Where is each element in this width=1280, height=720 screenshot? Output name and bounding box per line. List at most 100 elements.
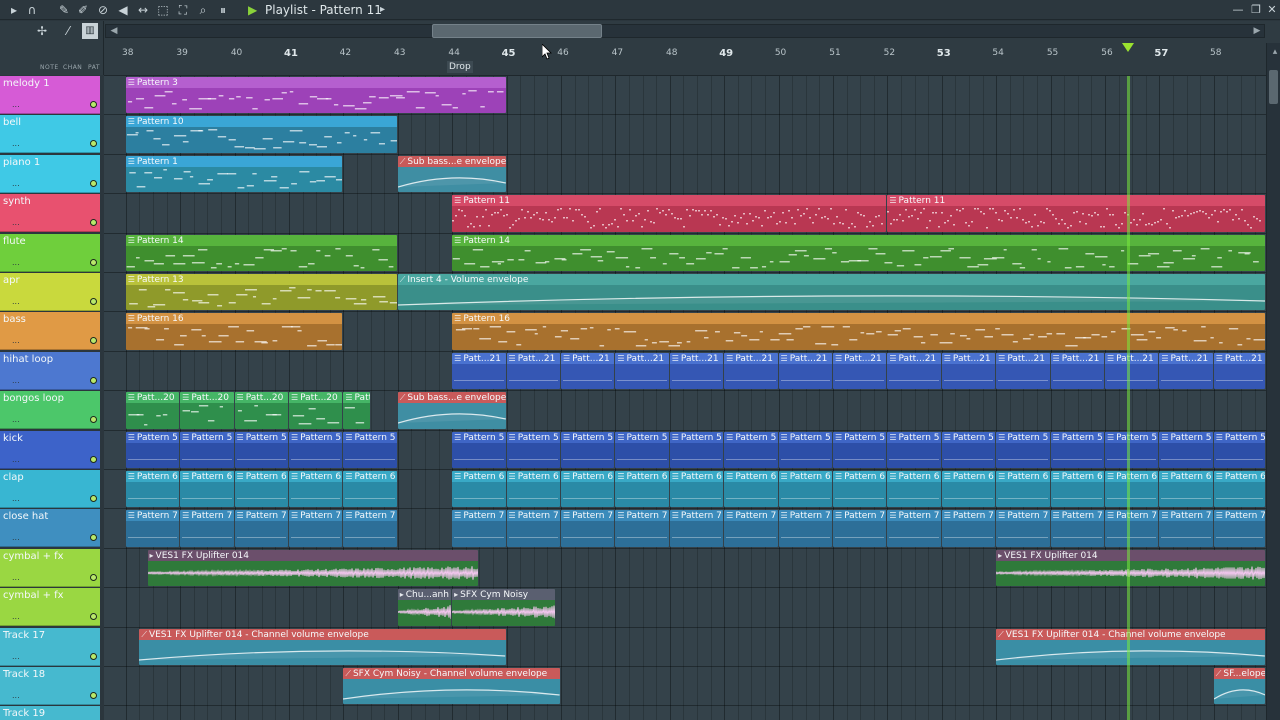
- playlist-clip[interactable]: ☰ Pattern 5: [941, 431, 996, 468]
- track-mute-led-icon[interactable]: [90, 613, 97, 621]
- playback-icon[interactable]: ⏸: [215, 2, 231, 18]
- track-mute-led-icon[interactable]: [90, 140, 97, 148]
- playlist-clip[interactable]: ☰ Pattern 7: [1213, 510, 1265, 547]
- mode-pat[interactable]: PAT: [88, 64, 100, 71]
- playlist-clip[interactable]: ☰ Pattern 6: [1104, 471, 1159, 508]
- pencil-icon[interactable]: ✎: [56, 2, 72, 18]
- playlist-clip[interactable]: ☰ Pattern 7: [288, 510, 343, 547]
- restore-icon[interactable]: ❐: [1248, 2, 1264, 18]
- playlist-clip[interactable]: ☰ Pattern 7: [180, 510, 234, 547]
- track-grip-icon[interactable]: ...: [12, 179, 20, 188]
- playlist-clip[interactable]: ☰ Patt...21: [941, 352, 996, 390]
- playlist-clip[interactable]: ☰ Patt...21: [452, 352, 506, 390]
- track-header[interactable]: clap...: [0, 470, 100, 508]
- playlist-clip[interactable]: ☰ Pattern 6: [125, 471, 180, 508]
- playhead-marker-icon[interactable]: [1121, 43, 1134, 52]
- playlist-clip[interactable]: ☰ Patt...21: [669, 352, 724, 390]
- scroll-up-icon[interactable]: ▴: [1268, 45, 1280, 59]
- playlist-clip[interactable]: ☰ Pattern 5: [180, 431, 234, 468]
- track-grip-icon[interactable]: ...: [12, 652, 20, 661]
- playlist-clip[interactable]: ☰Patt...20: [288, 392, 343, 429]
- playlist-clip[interactable]: ☰ Patt...21: [1213, 352, 1265, 390]
- playlist-clip[interactable]: ▸ VES1 FX Uplifter 014: [147, 549, 479, 587]
- track-mute-led-icon[interactable]: [90, 376, 97, 384]
- playlist-clip[interactable]: ☰ Pattern 5: [615, 431, 669, 468]
- playlist-clip[interactable]: ☰ Pattern 7: [887, 510, 941, 547]
- snap-icon[interactable]: ✢: [34, 23, 50, 39]
- playlist-clip[interactable]: ☰ Pattern 6: [832, 471, 887, 508]
- playlist-grid[interactable]: ☰ Pattern 3 ☰ Pattern 10 ☰ Pattern 1 ⟋ Sub bass…: [104, 76, 1266, 720]
- playlist-clip[interactable]: ☰ Pattern 7: [125, 510, 180, 547]
- playlist-clip[interactable]: ☰ Pattern 16: [452, 313, 1265, 350]
- playlist-clip[interactable]: ☰ Pattern 6: [180, 471, 234, 508]
- track-grip-icon[interactable]: ...: [12, 218, 20, 227]
- track-header[interactable]: Track 19...: [0, 706, 100, 720]
- playlist-clip[interactable]: ⟋ SF...elope: [1213, 668, 1265, 705]
- playlist-clip[interactable]: ☰ Pattern 5: [996, 431, 1050, 468]
- track-grip-icon[interactable]: ...: [12, 297, 20, 306]
- playlist-clip[interactable]: ☰ Pattern 7: [996, 510, 1050, 547]
- playlist-clip[interactable]: ☰ Pattern 6: [1050, 471, 1104, 508]
- track-header[interactable]: apr...: [0, 273, 100, 311]
- playlist-clip[interactable]: ☰ Pattern 7: [506, 510, 560, 547]
- track-mute-led-icon[interactable]: [90, 101, 97, 108]
- track-header[interactable]: hihat loop...: [0, 351, 100, 390]
- playlist-clip[interactable]: ☰ Pattern 5: [669, 431, 724, 468]
- playlist-clip[interactable]: ☰ Pattern 5: [125, 431, 180, 468]
- playlist-clip[interactable]: ⟋ Sub bass...e envelope: [397, 155, 506, 193]
- magnet-icon[interactable]: ∩: [24, 2, 40, 18]
- playlist-clip[interactable]: ☰ Pattern 10: [125, 116, 397, 153]
- playlist-clip[interactable]: ☰ Pattern 6: [615, 471, 669, 508]
- track-grip-icon[interactable]: ...: [12, 533, 20, 542]
- vertical-scrollbar[interactable]: [1266, 43, 1280, 720]
- playlist-clip[interactable]: ☰ Pattern 7: [1159, 510, 1213, 547]
- playlist-clip[interactable]: ☰ Patt...21: [724, 352, 778, 390]
- playlist-clip[interactable]: ☰ Pattern 5: [724, 431, 778, 468]
- playlist-clip[interactable]: ☰ Pattern 16: [125, 313, 343, 350]
- delete-icon[interactable]: ⊘: [95, 2, 111, 18]
- playlist-clip[interactable]: ⟋ Insert 4 - Volume envelope: [397, 274, 1265, 311]
- track-grip-icon[interactable]: ...: [12, 455, 20, 464]
- playlist-clip[interactable]: ☰ Pattern 5: [1104, 431, 1159, 468]
- playlist-clip[interactable]: ☰ Pattern 7: [560, 510, 615, 547]
- playlist-clip[interactable]: ☰ Pattern 5: [832, 431, 887, 468]
- track-header[interactable]: cymbal + fx...: [0, 548, 100, 587]
- window-title[interactable]: Playlist - Pattern 11: [265, 2, 382, 18]
- select-icon[interactable]: ⬚: [155, 2, 171, 18]
- track-mute-led-icon[interactable]: [90, 692, 97, 699]
- slip-icon[interactable]: ↔: [135, 2, 151, 18]
- playlist-clip[interactable]: ☰ Pattern 6: [996, 471, 1050, 508]
- minimize-icon[interactable]: —: [1230, 2, 1246, 18]
- playlist-clip[interactable]: ☰ Pattern 13: [125, 274, 397, 311]
- playlist-clip[interactable]: ☰ Pattern 14: [125, 234, 397, 271]
- playlist-clip[interactable]: ☰ Pattern 5: [288, 431, 343, 468]
- playlist-clip[interactable]: ☰Patt...20: [180, 392, 234, 429]
- playlist-clip[interactable]: ☰ Pattern 14: [452, 234, 1265, 271]
- playlist-clip[interactable]: ☰ Patt...21: [778, 352, 832, 390]
- zoom-icon[interactable]: ⌕: [195, 2, 211, 18]
- playlist-clip[interactable]: ☰ Pattern 6: [1213, 471, 1265, 508]
- playlist-clip[interactable]: ☰ Pattern 5: [1159, 431, 1213, 468]
- mode-chan[interactable]: CHAN: [63, 64, 82, 71]
- playlist-clip[interactable]: ⟋ Sub bass...e envelope: [397, 392, 506, 429]
- track-grip-icon[interactable]: ...: [12, 415, 20, 424]
- timeline-ruler[interactable]: 38 39 40 41 42 43 44 45 46 47 48 49 50 51 52 53 54 55 56 57…: [104, 43, 1266, 76]
- track-mute-led-icon[interactable]: [90, 337, 97, 345]
- close-icon[interactable]: ✕: [1264, 2, 1280, 18]
- track-header[interactable]: bongos loop...: [0, 391, 100, 430]
- playlist-clip[interactable]: ☰ Pattern 7: [1104, 510, 1159, 547]
- playlist-clip[interactable]: ☰Patt...20: [234, 392, 288, 429]
- playlist-clip[interactable]: ☰ Pattern 6: [941, 471, 996, 508]
- track-header[interactable]: cymbal + fx...: [0, 588, 100, 627]
- fullscreen-icon[interactable]: ⛶: [175, 2, 191, 18]
- playlist-clip[interactable]: ☰ Patt...21: [506, 352, 560, 390]
- playlist-clip[interactable]: ☰ Patt...21: [615, 352, 669, 390]
- track-header[interactable]: flute...: [0, 233, 100, 272]
- playlist-clip[interactable]: ☰ Pattern 6: [288, 471, 343, 508]
- playlist-clip[interactable]: ☰ Patt...21: [1104, 352, 1159, 390]
- horizontal-scroll-thumb[interactable]: [432, 24, 602, 38]
- playlist-clip[interactable]: ☰ Pattern 11: [452, 195, 887, 232]
- playlist-clip[interactable]: ☰ Pattern 6: [669, 471, 724, 508]
- playlist-clip[interactable]: ☰ Patt...21: [1050, 352, 1104, 390]
- playlist-clip[interactable]: ☰ Pattern 7: [669, 510, 724, 547]
